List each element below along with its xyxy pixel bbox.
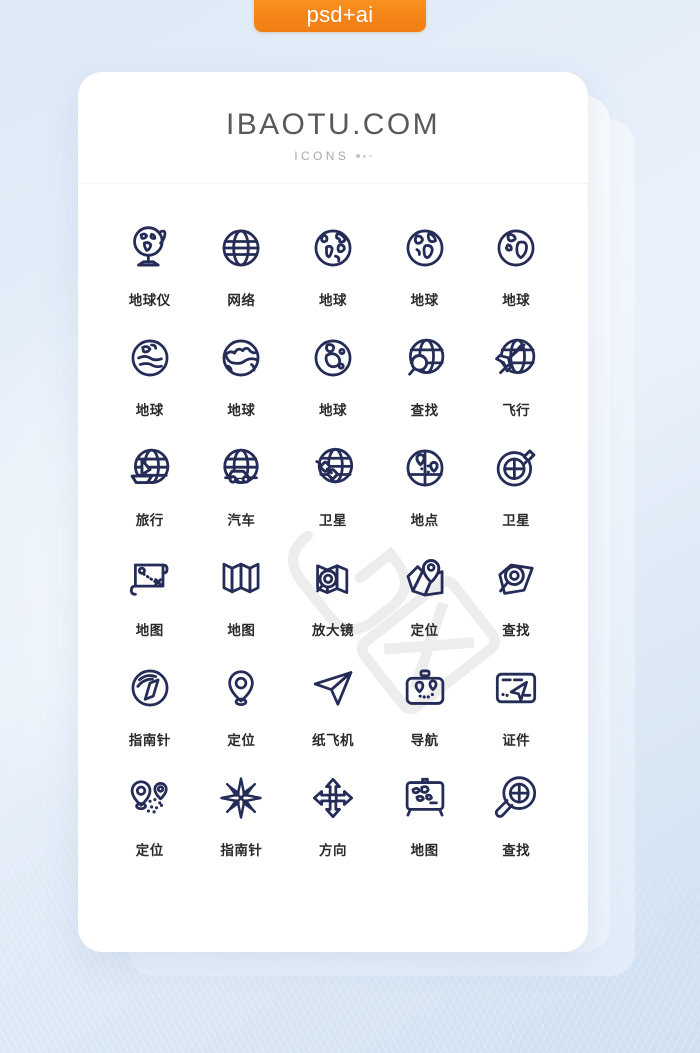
icon-label: 查找 <box>502 843 531 858</box>
icon-cell[interactable]: 查找 <box>470 536 562 646</box>
icon-cell[interactable]: 网络 <box>196 206 288 316</box>
icon-cell[interactable]: 地球 <box>196 316 288 426</box>
icon-label: 地球 <box>502 293 531 308</box>
magnifier-globe-icon <box>488 770 544 826</box>
icon-label: 放大镜 <box>311 623 354 638</box>
icon-label: 卫星 <box>502 513 531 528</box>
icon-cell[interactable]: 指南针 <box>104 646 196 756</box>
icon-cell[interactable]: 指南针 <box>196 756 288 866</box>
icon-cell[interactable]: 地图 <box>104 536 196 646</box>
icon-cell[interactable]: 地球 <box>379 206 471 316</box>
icon-label: 证件 <box>502 733 531 748</box>
card-arrow-icon <box>488 660 544 716</box>
earth-landmass-icon <box>213 330 269 386</box>
icon-label: 飞行 <box>502 403 531 418</box>
earth-sketch-icon <box>122 330 178 386</box>
globe-boat-icon <box>122 440 178 496</box>
icon-cell[interactable]: 地点 <box>379 426 471 536</box>
location-pin-icon <box>213 660 269 716</box>
icon-cell[interactable]: 地球仪 <box>104 206 196 316</box>
icon-cell[interactable]: 卫星 <box>287 426 379 536</box>
icon-cell[interactable]: 放大镜 <box>287 536 379 646</box>
globe-search-icon <box>397 330 453 386</box>
icon-label: 地点 <box>410 513 439 528</box>
icon-label: 方向 <box>318 843 347 858</box>
icon-label: 定位 <box>135 843 164 858</box>
subtitle-text: ICONS <box>294 149 350 163</box>
icon-label: 指南针 <box>220 843 263 858</box>
map-scroll-route-icon <box>122 550 178 606</box>
icon-cell[interactable]: 地球 <box>287 316 379 426</box>
icon-label: 汽车 <box>227 513 256 528</box>
icon-cell[interactable]: 定位 <box>196 646 288 756</box>
icon-label: 地图 <box>135 623 164 638</box>
earth-africa-icon <box>488 220 544 276</box>
compass-star-icon <box>213 770 269 826</box>
icon-set-card: IBAOTU.COM ICONS 地球仪 网络 地球 地球 地球 地球 地球 地… <box>78 72 588 952</box>
globe-satellite-icon <box>305 440 361 496</box>
icon-label: 指南针 <box>128 733 171 748</box>
icon-label: 地球 <box>318 293 347 308</box>
icon-label: 网络 <box>227 293 256 308</box>
icon-label: 导航 <box>410 733 439 748</box>
format-badge: psd+ai <box>254 0 426 32</box>
icon-label: 地图 <box>410 843 439 858</box>
icon-label: 定位 <box>410 623 439 638</box>
map-magnifier-icon <box>305 550 361 606</box>
globe-pins-icon <box>397 440 453 496</box>
subtitle-dots-icon <box>356 154 372 158</box>
icon-label: 地球 <box>318 403 347 418</box>
page-title: IBAOTU.COM <box>225 108 440 141</box>
card-header: IBAOTU.COM ICONS <box>78 72 588 184</box>
icon-label: 地图 <box>227 623 256 638</box>
compass-icon <box>122 660 178 716</box>
earth-australia-icon <box>305 330 361 386</box>
icon-label: 纸飞机 <box>311 733 354 748</box>
satellite-dish-icon <box>488 440 544 496</box>
map-pin-icon <box>397 550 453 606</box>
icon-cell[interactable]: 地球 <box>287 206 379 316</box>
icon-cell[interactable]: 卫星 <box>470 426 562 536</box>
icon-label: 定位 <box>227 733 256 748</box>
icon-label: 地球 <box>410 293 439 308</box>
icon-cell[interactable]: 方向 <box>287 756 379 866</box>
icon-label: 查找 <box>502 623 531 638</box>
globe-grid-icon <box>213 220 269 276</box>
icon-cell[interactable]: 纸飞机 <box>287 646 379 756</box>
paper-plane-icon <box>305 660 361 716</box>
four-arrows-icon <box>305 770 361 826</box>
icon-cell[interactable]: 地球 <box>104 316 196 426</box>
map-board-icon <box>397 770 453 826</box>
icon-cell[interactable]: 查找 <box>379 316 471 426</box>
icon-label: 卫星 <box>318 513 347 528</box>
globe-car-icon <box>213 440 269 496</box>
icon-cell[interactable]: 导航 <box>379 646 471 756</box>
folded-map-icon <box>213 550 269 606</box>
earth-continents-icon <box>397 220 453 276</box>
icon-cell[interactable]: 飞行 <box>470 316 562 426</box>
icon-cell[interactable]: 地图 <box>196 536 288 646</box>
globe-stand-icon <box>122 220 178 276</box>
icon-cell[interactable]: 地图 <box>379 756 471 866</box>
page-subtitle: ICONS <box>78 149 588 163</box>
icon-cell[interactable]: 汽车 <box>196 426 288 536</box>
gps-device-icon <box>397 660 453 716</box>
icon-cell[interactable]: 查找 <box>470 756 562 866</box>
icon-label: 地球仪 <box>128 293 171 308</box>
map-search-icon <box>488 550 544 606</box>
icon-label: 旅行 <box>135 513 164 528</box>
double-pin-icon <box>122 770 178 826</box>
icon-cell[interactable]: 旅行 <box>104 426 196 536</box>
icon-grid: 地球仪 网络 地球 地球 地球 地球 地球 地球 查找 飞行 旅行 汽车 卫星 … <box>78 184 588 866</box>
icon-label: 查找 <box>410 403 439 418</box>
icon-cell[interactable]: 地球 <box>470 206 562 316</box>
earth-americas-icon <box>305 220 361 276</box>
icon-cell[interactable]: 定位 <box>104 756 196 866</box>
icon-cell[interactable]: 定位 <box>379 536 471 646</box>
icon-label: 地球 <box>135 403 164 418</box>
icon-cell[interactable]: 证件 <box>470 646 562 756</box>
icon-label: 地球 <box>227 403 256 418</box>
globe-plane-icon <box>488 330 544 386</box>
